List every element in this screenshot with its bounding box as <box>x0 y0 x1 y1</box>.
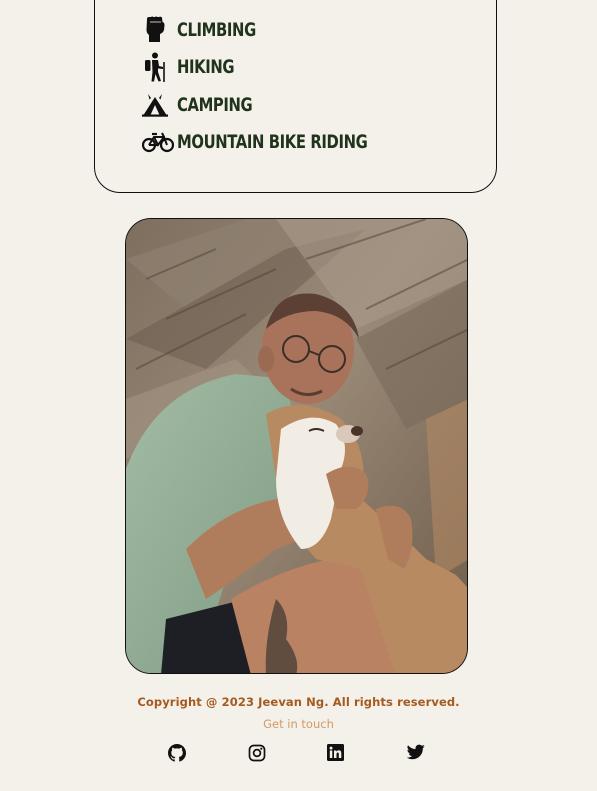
instagram-icon <box>248 744 266 762</box>
linkedin-icon <box>327 744 345 761</box>
github-link[interactable] <box>168 744 186 762</box>
hobby-item-hiking: HIKING <box>142 49 421 87</box>
hobby-list: CLIMBING HIKING CAMPING MOUNTAIN BIKE RI… <box>142 11 421 161</box>
hiker-icon <box>142 51 174 83</box>
get-in-touch-link[interactable]: Get in touch <box>0 717 597 731</box>
tent-icon <box>142 89 174 121</box>
hobby-label: MOUNTAIN BIKE RIDING <box>177 131 368 154</box>
page: CLIMBING HIKING CAMPING MOUNTAIN BIKE RI… <box>0 0 597 791</box>
github-icon <box>168 744 186 762</box>
hobby-item-mountain-bike: MOUNTAIN BIKE RIDING <box>142 124 421 162</box>
hobby-label: CLIMBING <box>177 18 256 41</box>
instagram-link[interactable] <box>248 744 266 762</box>
hobby-item-camping: CAMPING <box>142 86 421 124</box>
social-links <box>0 744 597 764</box>
twitter-icon <box>407 744 425 760</box>
copyright-text: Copyright @ 2023 Jeevan Ng. All rights r… <box>137 695 460 709</box>
hobby-item-climbing: CLIMBING <box>142 11 421 49</box>
hobbies-card: CLIMBING HIKING CAMPING MOUNTAIN BIKE RI… <box>94 0 497 193</box>
fist-icon <box>142 14 174 46</box>
bicycle-icon <box>142 126 174 158</box>
profile-photo <box>125 218 468 674</box>
hobby-label: CAMPING <box>177 93 253 116</box>
linkedin-link[interactable] <box>327 744 345 762</box>
hobby-label: HIKING <box>177 56 235 79</box>
twitter-link[interactable] <box>407 744 425 762</box>
